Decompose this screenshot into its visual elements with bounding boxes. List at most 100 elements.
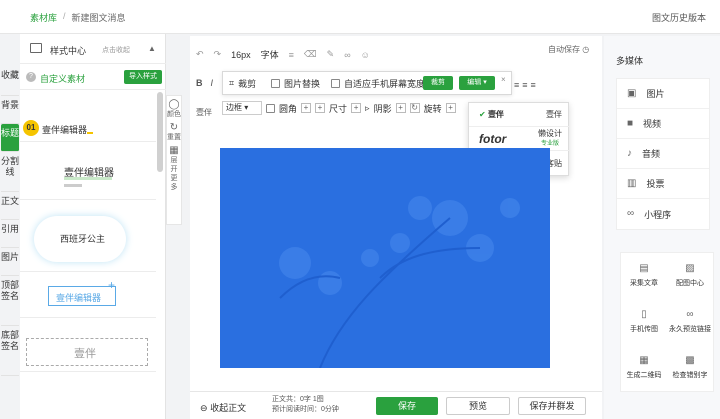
redo-icon[interactable]: ↷	[214, 49, 222, 60]
card-text: 壹伴编辑器	[42, 125, 88, 135]
tab-collect[interactable]: 收藏	[1, 66, 19, 96]
rotate-increase-button[interactable]: +	[445, 103, 456, 113]
media-label: 小程序	[644, 209, 672, 220]
miniprogram-icon: ∞	[627, 208, 635, 219]
gallery-icon: ▨	[685, 263, 695, 274]
style-card-1[interactable]: 01 壹伴编辑器	[20, 92, 156, 142]
chevron-up-icon[interactable]: ▲	[148, 44, 156, 53]
save-button[interactable]: 保存	[376, 397, 438, 415]
help-icon[interactable]: ?	[26, 72, 36, 82]
tool-gallery[interactable]: ▨ 配图中心	[667, 253, 713, 299]
card-text: 壹伴	[74, 348, 96, 360]
tool-permanent-link[interactable]: ∞ 永久预览链接	[667, 299, 713, 345]
breadcrumb-current: 新建图文消息	[71, 13, 126, 23]
font-size-select[interactable]: 16px	[231, 50, 251, 60]
bottom-action-bar: ⊖ 收起正文 正文共：0字 1图 预计阅读时间：0分钟 保存 预览 保存并群发	[190, 391, 602, 419]
replace-image-tool[interactable]: 图片替换	[271, 77, 320, 90]
tool-collect-article[interactable]: ▤ 采集文章	[621, 253, 667, 299]
tool-label: 配图中心	[676, 280, 704, 287]
shadow-increase-button[interactable]: +	[395, 103, 406, 113]
tool-label: 手机传图	[630, 326, 658, 333]
tab-quote[interactable]: 引用	[1, 220, 19, 248]
media-item-video[interactable]: ■ 视频	[617, 109, 709, 139]
link-icon[interactable]: ∞	[344, 50, 350, 60]
style-panel-header: 样式中心 点击收起 ▲	[20, 34, 166, 64]
clear-icon[interactable]: ⌫	[304, 49, 317, 60]
emoji-icon[interactable]: ☺	[361, 50, 370, 60]
style-panel-title: 样式中心	[50, 46, 87, 56]
italic-icon[interactable]: I	[211, 78, 214, 88]
size-label: 尺寸	[329, 103, 348, 114]
media-item-vote[interactable]: ▥ 投票	[617, 169, 709, 199]
article-stats: 正文共：0字 1图 预计阅读时间：0分钟	[272, 395, 339, 415]
media-item-miniprogram[interactable]: ∞ 小程序	[617, 199, 709, 229]
article-image[interactable]	[220, 148, 550, 368]
save-and-send-button[interactable]: 保存并群发	[518, 397, 586, 415]
collapse-panel-link[interactable]: 点击收起	[102, 45, 130, 55]
card-text: 西班牙公主	[60, 234, 106, 244]
tab-bottom-signature[interactable]: 底部签名	[1, 326, 19, 376]
style-tools-column: ◯ 颜色 ↻ 重置 ▦ 层开更多	[166, 95, 182, 225]
autosave-status[interactable]: 自动保存 ◷	[548, 44, 589, 55]
round-increase-button[interactable]: +	[301, 103, 312, 113]
format-icon[interactable]: ≡	[289, 50, 294, 60]
media-list: ▣ 图片 ■ 视频 ♪ 音频 ▥ 投票 ∞ 小程序	[616, 78, 710, 230]
collect-icon: ▤	[639, 263, 649, 274]
more-tool[interactable]: ▦ 层开更多	[167, 146, 181, 192]
tool-spellcheck[interactable]: ▩ 检查错别字	[667, 345, 713, 391]
collapse-body-toggle[interactable]: ⊖ 收起正文	[200, 401, 246, 414]
dropdown-item-yiban[interactable]: ✔ 壹伴 壹伴	[469, 103, 570, 127]
tab-top-signature[interactable]: 顶部签名	[1, 276, 19, 326]
editor-toolbar-row-2: B I	[196, 78, 213, 88]
tab-divider[interactable]: 分割线	[1, 152, 19, 192]
tab-background[interactable]: 背景	[1, 96, 19, 124]
size-increase-button[interactable]: +	[351, 103, 362, 113]
undo-icon[interactable]: ↶	[196, 49, 204, 60]
color-tool[interactable]: ◯ 颜色	[167, 100, 181, 119]
align-icons[interactable]: ≡≡≡	[514, 80, 539, 90]
image-icon: ▣	[627, 87, 637, 99]
crop-button[interactable]: 裁剪	[423, 76, 453, 90]
tool-qrcode[interactable]: ▦ 生成二维码	[621, 345, 667, 391]
edit-dropdown-button[interactable]: 编辑 ▾	[459, 76, 495, 90]
size-icon: +	[315, 103, 326, 113]
custom-material-label[interactable]: 自定义素材	[40, 72, 85, 85]
more-label: 层开更多	[170, 157, 178, 191]
close-icon[interactable]: ×	[501, 75, 506, 84]
breadcrumb: 素材库 / 新建图文消息	[30, 11, 126, 24]
breadcrumb-root[interactable]: 素材库	[30, 11, 57, 24]
history-version-link[interactable]: 图文历史版本	[652, 11, 706, 24]
rotate-label: 旋转	[423, 103, 442, 114]
style-card-3[interactable]: 西班牙公主	[20, 202, 156, 272]
editor-style-label: 壹伴	[196, 108, 212, 117]
replace-icon	[271, 79, 280, 88]
tool-phone-upload[interactable]: ▯ 手机传图	[621, 299, 667, 345]
brush-icon[interactable]: ✎	[327, 49, 335, 60]
media-item-audio[interactable]: ♪ 音频	[617, 139, 709, 169]
bold-icon[interactable]: B	[196, 78, 203, 88]
import-style-button[interactable]: 导入样式	[124, 70, 162, 84]
breadcrumb-separator: /	[63, 11, 66, 21]
reset-tool[interactable]: ↻ 重置	[167, 123, 181, 142]
tab-body[interactable]: 正文	[1, 192, 19, 220]
number-badge: 01	[23, 120, 39, 136]
read-time: 预计阅读时间：0分钟	[272, 406, 339, 413]
font-family-select[interactable]: 字体	[261, 48, 279, 61]
style-panel: 样式中心 点击收起 ▲ ? 自定义素材 导入样式 01 壹伴编辑器 壹伴编辑器 …	[20, 34, 166, 419]
style-card-4[interactable]: 壹伴编辑器 +	[20, 274, 156, 318]
crop-tool[interactable]: ⌗ 裁剪	[229, 77, 256, 90]
dropdown-item-label: 壹伴	[546, 110, 562, 119]
card-dot	[87, 132, 93, 134]
preview-button[interactable]: 预览	[446, 397, 510, 415]
media-item-image[interactable]: ▣ 图片	[617, 79, 709, 109]
style-card-2[interactable]: 壹伴编辑器	[20, 144, 156, 200]
border-select[interactable]: 边框 ▾	[222, 101, 262, 115]
fit-width-tool[interactable]: 自适应手机屏幕宽度	[331, 77, 425, 90]
shadow-label: 阴影	[373, 103, 392, 114]
style-card-5[interactable]: 壹伴	[20, 330, 156, 372]
panel-scrollbar[interactable]	[157, 92, 163, 172]
tools-grid: ▤ 采集文章 ▨ 配图中心 ▯ 手机传图 ∞ 永久预览链接 ▦ 生成二维码 ▩ …	[620, 252, 714, 392]
tab-image[interactable]: 图片	[1, 248, 19, 276]
reset-label: 重置	[167, 134, 181, 141]
tab-title[interactable]: 标题	[1, 124, 19, 152]
